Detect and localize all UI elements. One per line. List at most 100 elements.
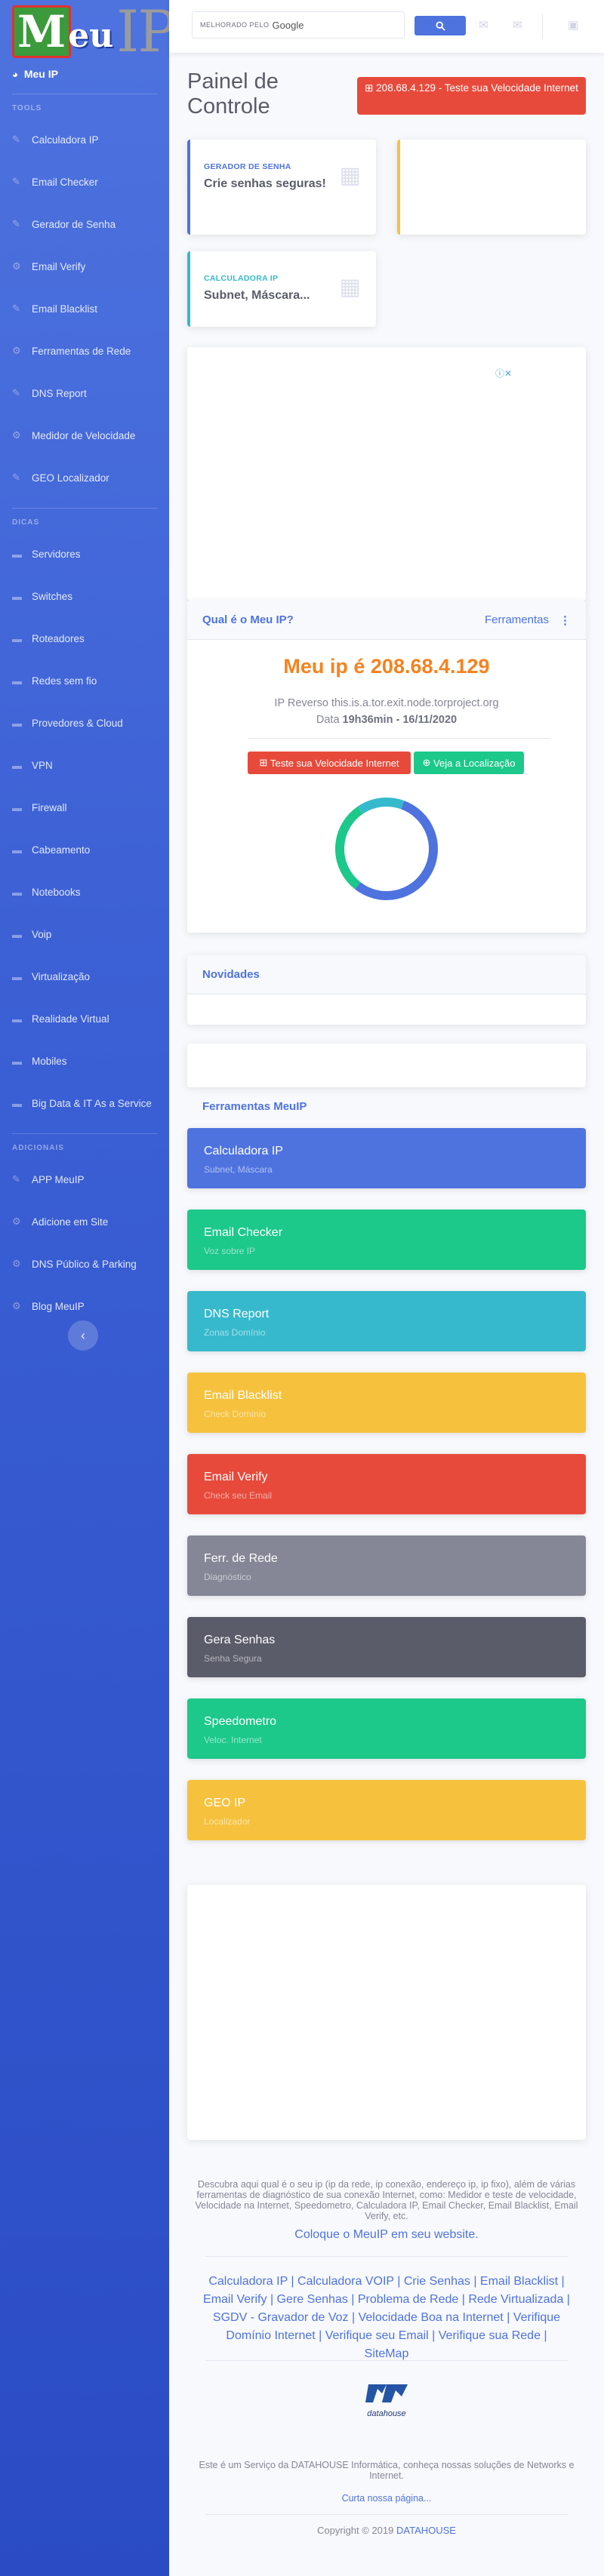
speed-test-small-button[interactable]: ⊞ Teste sua Velocidade Internet bbox=[248, 752, 411, 774]
sidebar-item-dica-1[interactable]: ▬ Switches bbox=[0, 575, 169, 617]
sidebar: M eu IP ◕ Meu IP TOOLS ✎ Calculadora IP ✎ E… bbox=[0, 0, 176, 2576]
tool-card-name: Email Verify bbox=[204, 1471, 268, 1483]
tool-card[interactable]: Ferr. de Rede Diagnóstico bbox=[187, 1535, 586, 1596]
copyright-text: Copyright © 2019 bbox=[317, 2525, 394, 2536]
folder-icon: ▬ bbox=[12, 970, 22, 982]
sidebar-item-dica-3[interactable]: ▬ Redes sem fio bbox=[0, 659, 169, 702]
logo[interactable]: M eu IP bbox=[0, 0, 176, 63]
sidebar-item-dica-10[interactable]: ▬ Virtualização bbox=[0, 955, 169, 998]
sidebar-item-tool-6[interactable]: ✎ DNS Report bbox=[0, 372, 169, 414]
calendar-icon: ▦ bbox=[339, 163, 361, 188]
sidebar-item-tool-5[interactable]: ⚙ Ferramentas de Rede bbox=[0, 330, 169, 372]
sidebar-item-dica-12[interactable]: ▬ Mobiles bbox=[0, 1040, 169, 1082]
wrench-icon: ✎ bbox=[12, 472, 20, 483]
facebook-like-link[interactable]: Curta nossa página... bbox=[187, 2493, 586, 2504]
sidebar-item-dica-9[interactable]: ▬ Voip bbox=[0, 913, 169, 955]
search-input[interactable]: MELHORADO PELO Google bbox=[192, 11, 405, 38]
sidebar-item-label: Email Blacklist bbox=[32, 303, 98, 315]
topbar-divider bbox=[542, 14, 543, 39]
footer-links[interactable]: Calculadora IP | Calculadora VOIP | Crie… bbox=[202, 2273, 571, 2363]
tool-card[interactable]: Email Verify Check seu Email bbox=[187, 1454, 586, 1514]
ad-strip[interactable] bbox=[187, 1044, 586, 1087]
folder-icon: ▬ bbox=[12, 1013, 22, 1025]
tool-card[interactable]: DNS Report Zonas Domínio bbox=[187, 1291, 586, 1351]
gear-icon: ⚙ bbox=[12, 260, 21, 272]
sidebar-item-adicional-1[interactable]: ⚙ Adicione em Site bbox=[0, 1200, 169, 1243]
sidebar-heading-adicionais: ADICIONAIS bbox=[12, 1144, 64, 1152]
sidebar-item-dica-2[interactable]: ▬ Roteadores bbox=[0, 617, 169, 659]
sidebar-item-tool-0[interactable]: ✎ Calculadora IP bbox=[0, 118, 169, 161]
tool-card-subtitle: Check seu Email bbox=[204, 1490, 273, 1501]
sidebar-item-label: Firewall bbox=[32, 801, 67, 813]
tool-card-subtitle: Zonas Domínio bbox=[204, 1327, 266, 1338]
search-icon bbox=[435, 20, 445, 31]
tool-card-subtitle: Subnet, Máscara bbox=[204, 1164, 273, 1175]
sidebar-item-tool-3[interactable]: ⚙ Email Verify bbox=[0, 245, 169, 287]
tool-card[interactable]: Calculadora IP Subnet, Máscara bbox=[187, 1128, 586, 1188]
facebook-icon[interactable]: ▣ bbox=[568, 18, 578, 32]
speed-test-small-label: Teste sua Velocidade Internet bbox=[270, 757, 399, 769]
donut-slice-2 bbox=[358, 798, 405, 814]
more-vertical-icon[interactable]: ⋮ bbox=[559, 613, 571, 627]
speedometer-icon: ⊞ bbox=[365, 82, 377, 94]
sidebar-item-dica-4[interactable]: ▬ Provedores & Cloud bbox=[0, 702, 169, 744]
chevron-left-icon: ‹ bbox=[81, 1327, 85, 1343]
novidades-title: Novidades bbox=[202, 968, 260, 981]
sidebar-item-label: Big Data & IT As a Service bbox=[32, 1097, 152, 1109]
sidebar-item-label: Adicione em Site bbox=[32, 1216, 109, 1228]
sidebar-item-dica-13[interactable]: ▬ Big Data & IT As a Service bbox=[0, 1082, 169, 1124]
sidebar-item-tool-8[interactable]: ✎ GEO Localizador bbox=[0, 456, 169, 499]
ad-banner[interactable]: ⓘ✕ bbox=[187, 347, 586, 601]
copyright-link[interactable]: DATAHOUSE bbox=[396, 2525, 456, 2536]
adchoices-icon[interactable]: ⓘ✕ bbox=[495, 367, 512, 380]
sidebar-item-label: Mobiles bbox=[32, 1055, 67, 1067]
sidebar-item-dica-0[interactable]: ▬ Servidores bbox=[0, 533, 169, 575]
search-button[interactable] bbox=[414, 16, 466, 35]
sidebar-item-meu-ip[interactable]: ◕ Meu IP bbox=[0, 63, 169, 85]
sidebar-item-label: Ferramentas de Rede bbox=[32, 345, 131, 357]
card-gerador-senha[interactable]: GERADOR DE SENHA Crie senhas seguras! ▦ bbox=[187, 140, 376, 235]
sidebar-item-adicional-0[interactable]: ✎ APP MeuIP bbox=[0, 1158, 169, 1200]
ad-banner-bottom[interactable] bbox=[187, 1885, 586, 2140]
date-value: 19h36min - 16/11/2020 bbox=[342, 714, 458, 726]
tool-card[interactable]: Speedometro Veloc. Internet bbox=[187, 1698, 586, 1759]
ip-panel-title: Qual é o Meu IP? bbox=[202, 613, 294, 626]
tool-card[interactable]: Email Checker Voz sobre IP bbox=[187, 1210, 586, 1270]
gear-icon: ⚙ bbox=[12, 1216, 21, 1227]
reverse-ip: IP Reverso this.is.a.tor.exit.node.torpr… bbox=[274, 697, 499, 709]
speed-test-button[interactable]: ⊞ 208.68.4.129 - Teste sua Velocidade In… bbox=[357, 77, 586, 115]
card-accent bbox=[187, 140, 190, 235]
sidebar-item-dica-7[interactable]: ▬ Cabeamento bbox=[0, 828, 169, 871]
sidebar-item-tool-1[interactable]: ✎ Email Checker bbox=[0, 161, 169, 203]
tools-dropdown[interactable]: Ferramentas bbox=[485, 613, 549, 626]
sidebar-item-tool-4[interactable]: ✎ Email Blacklist bbox=[0, 287, 169, 330]
ip-panel-header: Qual é o Meu IP? Ferramentas ⋮ bbox=[187, 601, 586, 640]
tool-card[interactable]: Gera Senhas Senha Segura bbox=[187, 1617, 586, 1677]
tool-card-subtitle: Voz sobre IP bbox=[204, 1246, 256, 1256]
sidebar-item-tool-7[interactable]: ⚙ Medidor de Velocidade bbox=[0, 414, 169, 456]
sidebar-heading-tools: TOOLS bbox=[12, 104, 42, 112]
datahouse-logo[interactable]: datahouse bbox=[356, 2381, 417, 2418]
footer-divider bbox=[205, 2514, 568, 2515]
tool-card[interactable]: GEO IP Localizador bbox=[187, 1780, 586, 1840]
sidebar-item-tool-2[interactable]: ✎ Gerador de Senha bbox=[0, 203, 169, 245]
card-calculadora-ip[interactable]: CALCULADORA IP Subnet, Máscara... ▦ bbox=[187, 251, 376, 327]
folder-icon: ▬ bbox=[12, 844, 22, 856]
sidebar-item-dica-8[interactable]: ▬ Notebooks bbox=[0, 871, 169, 913]
tool-card-name: Speedometro bbox=[204, 1715, 277, 1728]
sidebar-item-dica-11[interactable]: ▬ Realidade Virtual bbox=[0, 998, 169, 1040]
footer-divider bbox=[205, 2256, 568, 2257]
location-button[interactable]: ⊕ Veja a Localização bbox=[414, 752, 524, 774]
sidebar-item-label: Roteadores bbox=[32, 632, 85, 644]
footer-cta-link[interactable]: Coloque o MeuIP em seu website. bbox=[202, 2226, 571, 2244]
envelope-icon[interactable]: ✉ bbox=[513, 18, 522, 32]
tool-card[interactable]: Email Blacklist Check Domínio bbox=[187, 1373, 586, 1433]
sidebar-item-adicional-2[interactable]: ⚙ DNS Público & Parking bbox=[0, 1243, 169, 1285]
sidebar-item-label: DNS Report bbox=[32, 387, 87, 399]
sidebar-toggle-button[interactable]: ‹ bbox=[68, 1320, 98, 1351]
sidebar-item-dica-6[interactable]: ▬ Firewall bbox=[0, 786, 169, 828]
card-value: Subnet, Máscara... bbox=[204, 289, 310, 302]
inbox-icon[interactable]: ✉ bbox=[479, 18, 488, 32]
sidebar-item-dica-5[interactable]: ▬ VPN bbox=[0, 744, 169, 786]
tool-card-name: Email Blacklist bbox=[204, 1389, 282, 1402]
